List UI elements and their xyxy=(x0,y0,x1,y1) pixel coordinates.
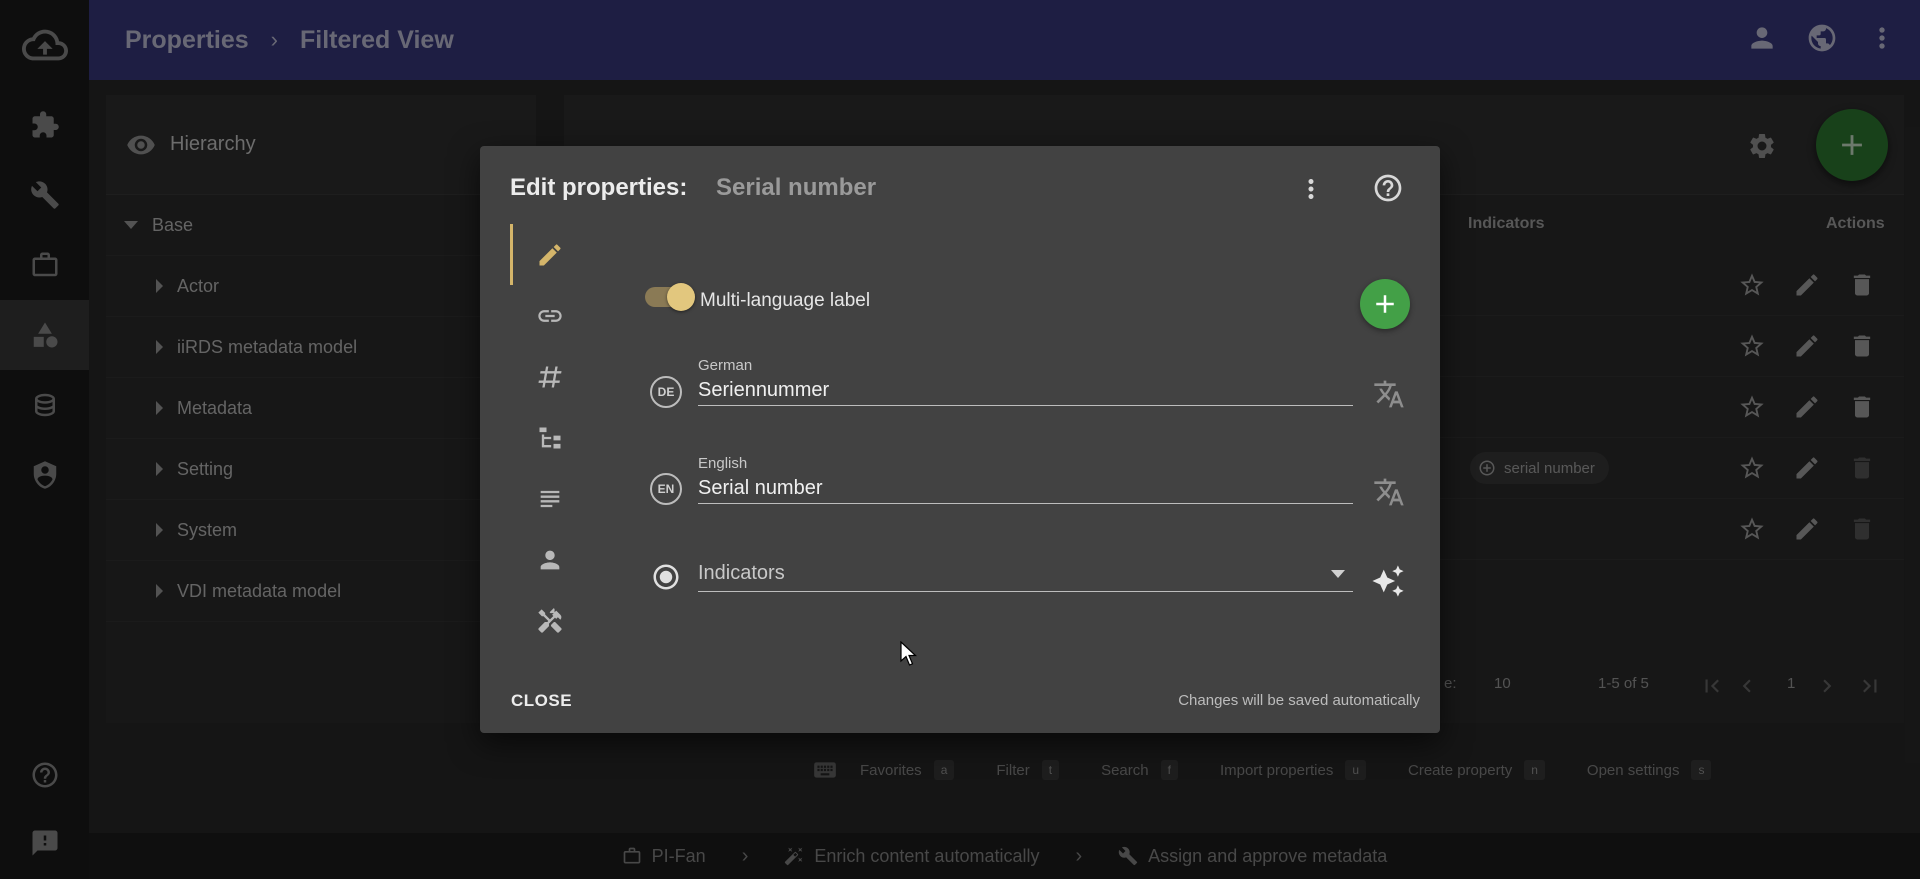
tab-links[interactable] xyxy=(510,285,590,346)
toggle-knob xyxy=(667,283,695,311)
english-field-caption: English xyxy=(698,455,748,472)
dialog-tabs xyxy=(510,224,590,651)
multi-language-label: Multi-language label xyxy=(700,290,871,311)
add-language-button[interactable] xyxy=(1360,279,1410,329)
chevron-down-icon xyxy=(1331,570,1345,578)
dialog-title: Edit properties: xyxy=(510,174,688,201)
tab-tools[interactable] xyxy=(510,590,590,651)
help-circle-icon[interactable] xyxy=(1372,172,1404,204)
sparkle-icon[interactable] xyxy=(1371,564,1405,598)
translate-icon[interactable] xyxy=(1373,378,1405,410)
person-icon xyxy=(540,550,560,569)
tab-hierarchy[interactable] xyxy=(510,407,590,468)
edit-properties-dialog: Edit properties: Serial number Multi-lan… xyxy=(480,146,1440,733)
english-label-input[interactable] xyxy=(698,474,1353,504)
tab-owner[interactable] xyxy=(510,529,590,590)
more-vert-icon[interactable] xyxy=(1296,174,1326,204)
close-button[interactable]: CLOSE xyxy=(511,691,572,711)
mouse-cursor-icon xyxy=(900,641,918,666)
dialog-subtitle: Serial number xyxy=(716,174,877,201)
file-tree-icon xyxy=(539,427,561,448)
tools-icon xyxy=(538,607,562,633)
pound-icon xyxy=(538,366,562,387)
multi-language-toggle[interactable] xyxy=(645,283,695,311)
text-icon xyxy=(540,490,560,507)
german-label-input[interactable] xyxy=(698,376,1353,406)
autosave-note: Changes will be saved automatically xyxy=(1178,692,1420,709)
pencil-icon xyxy=(539,243,561,265)
link-icon xyxy=(538,309,562,322)
tab-identifiers[interactable] xyxy=(510,346,590,407)
radio-target-icon xyxy=(653,564,679,590)
tab-description[interactable] xyxy=(510,468,590,529)
language-badge-en: EN xyxy=(650,473,682,505)
language-badge-de: DE xyxy=(650,376,682,408)
tab-labels[interactable] xyxy=(510,224,590,285)
indicators-select[interactable]: Indicators xyxy=(698,558,1353,592)
indicators-placeholder: Indicators xyxy=(698,562,785,584)
translate-icon[interactable] xyxy=(1373,476,1405,508)
german-field-caption: German xyxy=(698,357,753,374)
plus-icon xyxy=(1376,295,1394,313)
